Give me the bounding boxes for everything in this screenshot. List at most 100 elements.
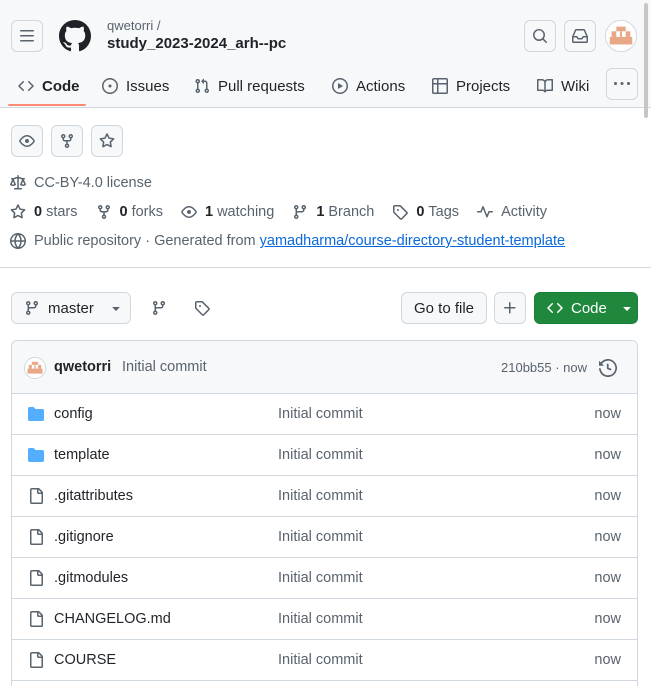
file-table: qwetorri Initial commit 210bb55 · now co…: [11, 340, 638, 686]
fork-button[interactable]: [51, 125, 83, 157]
file-name[interactable]: config: [54, 406, 93, 422]
tab-issues[interactable]: Issues: [102, 66, 169, 106]
file-row[interactable]: .gitignore Initial commit now: [12, 517, 637, 558]
file-row[interactable]: .gitattributes Initial commit now: [12, 476, 637, 517]
stars-label: stars: [46, 204, 78, 220]
issue-icon: [102, 78, 118, 94]
file-name[interactable]: .gitattributes: [54, 488, 133, 504]
forks-stat[interactable]: 0 forks: [96, 204, 163, 220]
file-commit-message[interactable]: Initial commit: [278, 611, 363, 627]
template-link[interactable]: yamadharma/course-directory-student-temp…: [260, 233, 565, 249]
file-row[interactable]: config Initial commit now: [12, 394, 637, 435]
watching-count: 1: [205, 204, 214, 220]
eye-icon: [19, 135, 35, 147]
file-commit-message[interactable]: Initial commit: [278, 488, 363, 504]
file-commit-message[interactable]: Initial commit: [278, 529, 363, 545]
forks-count: 0: [119, 204, 128, 220]
star-button[interactable]: [91, 125, 123, 157]
repo-name-link[interactable]: study_2023-2024_arh--pc: [107, 35, 286, 52]
license-row[interactable]: CC-BY-4.0 license: [10, 175, 152, 191]
watching-stat[interactable]: 1 watching: [181, 204, 274, 220]
file-name[interactable]: .gitignore: [54, 529, 114, 545]
inbox-icon: [572, 29, 588, 43]
branch-selector[interactable]: master: [11, 292, 131, 324]
tags-icon[interactable]: [194, 300, 210, 316]
stars-stat[interactable]: 0 stars: [10, 204, 78, 220]
github-logo-icon[interactable]: [59, 20, 91, 52]
file-icon: [28, 529, 44, 545]
section-divider: [0, 267, 651, 268]
file-row[interactable]: COURSE Initial commit now: [12, 640, 637, 681]
tab-pull-requests[interactable]: Pull requests: [194, 66, 305, 106]
user-avatar[interactable]: [605, 20, 637, 52]
file-icon: [28, 570, 44, 586]
tab-code[interactable]: Code: [18, 66, 80, 106]
visibility-label: Public repository · Generated from: [34, 233, 256, 249]
file-commit-message[interactable]: Initial commit: [278, 447, 363, 463]
commit-message[interactable]: Initial commit: [122, 359, 207, 375]
tags-count: 0: [416, 204, 425, 220]
code-dropdown-button[interactable]: Code: [534, 292, 638, 324]
play-icon: [332, 78, 348, 94]
tab-wiki-label: Wiki: [561, 77, 590, 95]
identicon-icon: [25, 358, 45, 378]
file-name[interactable]: COURSE: [54, 652, 116, 668]
file-row[interactable]: CHANGELOG.md Initial commit now: [12, 599, 637, 640]
file-commit-time: now: [594, 570, 621, 586]
repo-owner-link[interactable]: qwetorri /: [107, 18, 160, 33]
file-row[interactable]: template Initial commit now: [12, 435, 637, 476]
file-icon: [28, 611, 44, 627]
file-name[interactable]: template: [54, 447, 110, 463]
commit-hash-time[interactable]: 210bb55 · now: [501, 360, 587, 375]
tab-wiki[interactable]: Wiki: [537, 66, 589, 106]
file-row[interactable]: .gitmodules Initial commit now: [12, 558, 637, 599]
visibility-row: Public repository · Generated from yamad…: [10, 233, 565, 249]
folder-icon: [28, 447, 44, 463]
inbox-button[interactable]: [564, 20, 596, 52]
license-label: CC-BY-4.0 license: [34, 175, 152, 191]
watching-label: watching: [217, 204, 275, 220]
tab-issues-label: Issues: [126, 77, 170, 95]
file-commit-message[interactable]: Initial commit: [278, 652, 363, 668]
tags-stat[interactable]: 0 Tags: [392, 204, 459, 220]
tab-projects-label: Projects: [456, 77, 511, 95]
watch-button[interactable]: [11, 125, 43, 157]
file-commit-message[interactable]: Initial commit: [278, 570, 363, 586]
file-commit-message[interactable]: Initial commit: [278, 406, 363, 422]
file-commit-time: now: [594, 447, 621, 463]
file-name[interactable]: CHANGELOG.md: [54, 611, 171, 627]
tab-pull-requests-label: Pull requests: [218, 77, 305, 95]
page-scrollbar[interactable]: [644, 3, 648, 118]
pulse-icon: [477, 206, 494, 218]
folder-icon: [28, 406, 44, 422]
commit-author-name[interactable]: qwetorri: [54, 359, 111, 375]
add-file-button[interactable]: [494, 292, 526, 324]
active-tab-underline: [8, 104, 86, 106]
activity-stat[interactable]: Activity: [477, 204, 547, 220]
latest-commit-bar: qwetorri Initial commit 210bb55 · now: [12, 341, 637, 394]
go-to-file-button[interactable]: Go to file: [401, 292, 487, 324]
identicon-icon: [606, 21, 636, 51]
kebab-horizontal-icon: [614, 82, 630, 85]
file-commit-time: now: [594, 652, 621, 668]
search-button[interactable]: [524, 20, 556, 52]
pull-request-icon: [195, 78, 210, 94]
plus-icon: [504, 302, 516, 314]
globe-icon: [10, 233, 26, 249]
code-icon: [18, 80, 34, 92]
history-icon[interactable]: [599, 359, 617, 377]
eye-icon: [181, 206, 197, 218]
law-icon: [10, 175, 26, 190]
branches-icon[interactable]: [151, 300, 167, 316]
triangle-down-icon: [112, 307, 120, 311]
activity-label: Activity: [501, 204, 547, 220]
file-name[interactable]: .gitmodules: [54, 570, 128, 586]
tab-actions[interactable]: Actions: [332, 66, 405, 106]
file-commit-time: now: [594, 488, 621, 504]
commit-author-avatar[interactable]: [24, 357, 46, 379]
hamburger-icon: [20, 30, 34, 42]
tab-projects[interactable]: Projects: [432, 66, 510, 106]
menu-button[interactable]: [11, 20, 43, 52]
more-tabs-button[interactable]: [606, 68, 638, 100]
branch-stat[interactable]: 1 Branch: [292, 204, 374, 220]
